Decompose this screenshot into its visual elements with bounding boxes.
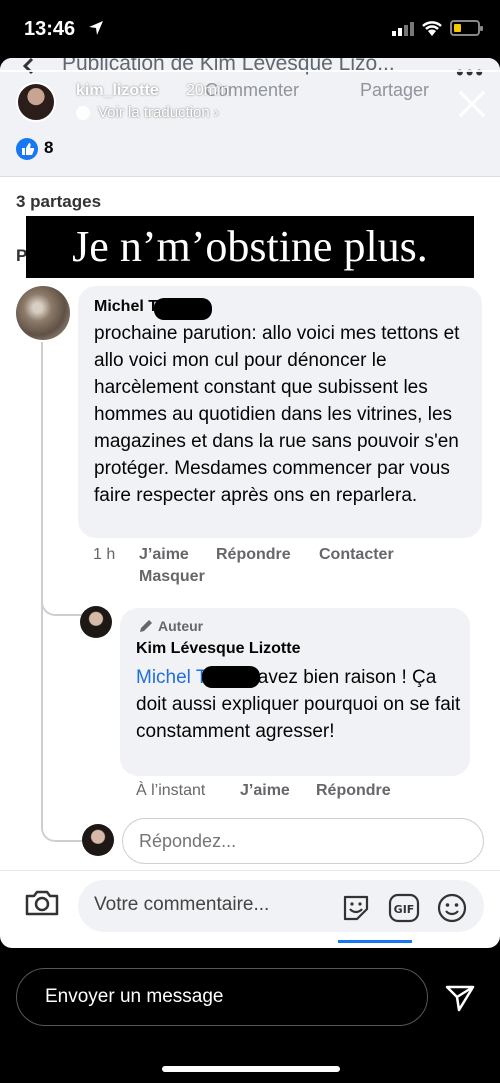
reply-action[interactable]: Répondre [216,546,291,564]
contact-action[interactable]: Contacter [319,546,394,564]
reply-action[interactable]: Répondre [316,782,391,800]
commenter-name[interactable]: Michel T [94,298,158,316]
story-username[interactable]: kim_lizotte [76,82,159,100]
battery-icon [450,20,483,36]
divider [0,176,500,177]
story-time: 20min [186,82,230,99]
redaction-mark [202,666,260,688]
reply-input[interactable] [122,818,484,864]
commenter-avatar[interactable] [16,286,70,340]
translate-label: Voir la traduction [98,104,210,121]
reply-text-block: Michel T vous avez bien raison ! Ça doit… [136,664,462,745]
reply-author-name[interactable]: Kim Lévesque Lizotte [136,640,300,658]
comment-bubble: Michel T prochaine parution: allo voici … [78,286,482,538]
status-time: 13:46 [24,18,76,40]
thread-connector [41,562,83,616]
comment-text: prochaine parution: allo voici mes tetto… [94,323,460,506]
wifi-icon [422,21,442,36]
story-caption: Je n’m’obstine plus. [26,216,474,278]
svg-text:GIF: GIF [394,903,415,916]
like-count[interactable]: 8 [44,138,53,158]
progress-bar [0,70,500,72]
translate-link[interactable]: Voir la traduction › [76,104,219,121]
more-options-icon[interactable]: ••• [456,60,485,86]
reply-bubble: Auteur Kim Lévesque Lizotte Michel T vou… [120,608,470,776]
status-bar: 13:46 [0,0,500,58]
author-avatar[interactable] [80,606,112,638]
story-card: Publication de Kim Lévesque Lizo... ••• … [0,58,500,948]
author-badge: Auteur [158,618,204,634]
active-indicator [338,940,412,943]
share-count[interactable]: 3 partages [16,192,101,212]
hide-action[interactable]: Masquer [139,568,205,586]
thread-connector [41,788,83,842]
location-arrow-icon [89,21,103,35]
reply-time: À l’instant [136,782,206,799]
message-placeholder: Envoyer un message [45,986,224,1007]
like-action[interactable]: J’aime [139,546,189,564]
post-header: Publication de Kim Lévesque Lizo... ••• … [0,58,500,176]
like-action[interactable]: J’aime [240,782,290,800]
divider [0,870,500,871]
camera-icon[interactable] [24,888,60,918]
gif-icon[interactable]: GIF [388,892,420,924]
like-reaction-icon [16,138,38,160]
pencil-icon [140,620,152,632]
sticker-icon[interactable] [340,892,372,924]
story-avatar[interactable] [16,82,56,122]
signal-icon [392,22,414,36]
message-input[interactable]: Envoyer un message [16,968,428,1026]
user-avatar [82,824,114,856]
mention-link[interactable]: Michel T [136,667,207,688]
redaction-mark [154,298,212,320]
comment-input[interactable]: Votre commentaire... GIF [78,880,484,932]
share-ghost-label: Partager [360,80,430,100]
emoji-icon[interactable] [436,892,468,924]
home-indicator [162,1066,340,1072]
send-icon[interactable] [444,982,476,1014]
post-title: Publication de Kim Lévesque Lizo... [62,58,395,75]
close-icon[interactable] [456,88,488,120]
comment-time: 1 h [93,546,116,563]
comment-placeholder: Votre commentaire... [94,894,270,915]
